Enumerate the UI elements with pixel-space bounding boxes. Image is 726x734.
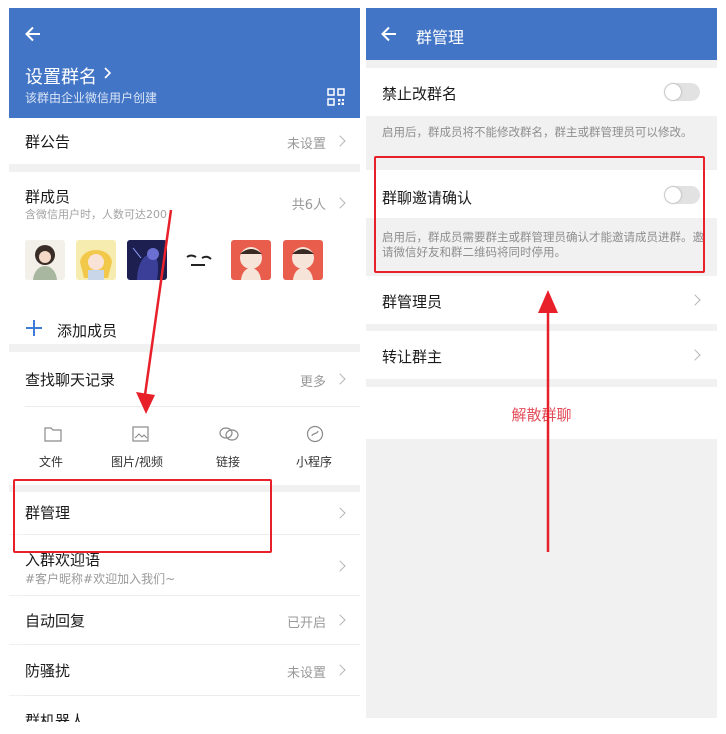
arrow-down-annotation — [136, 209, 173, 414]
annotation-arrows — [136, 209, 558, 552]
arrow-up-annotation — [538, 290, 558, 552]
